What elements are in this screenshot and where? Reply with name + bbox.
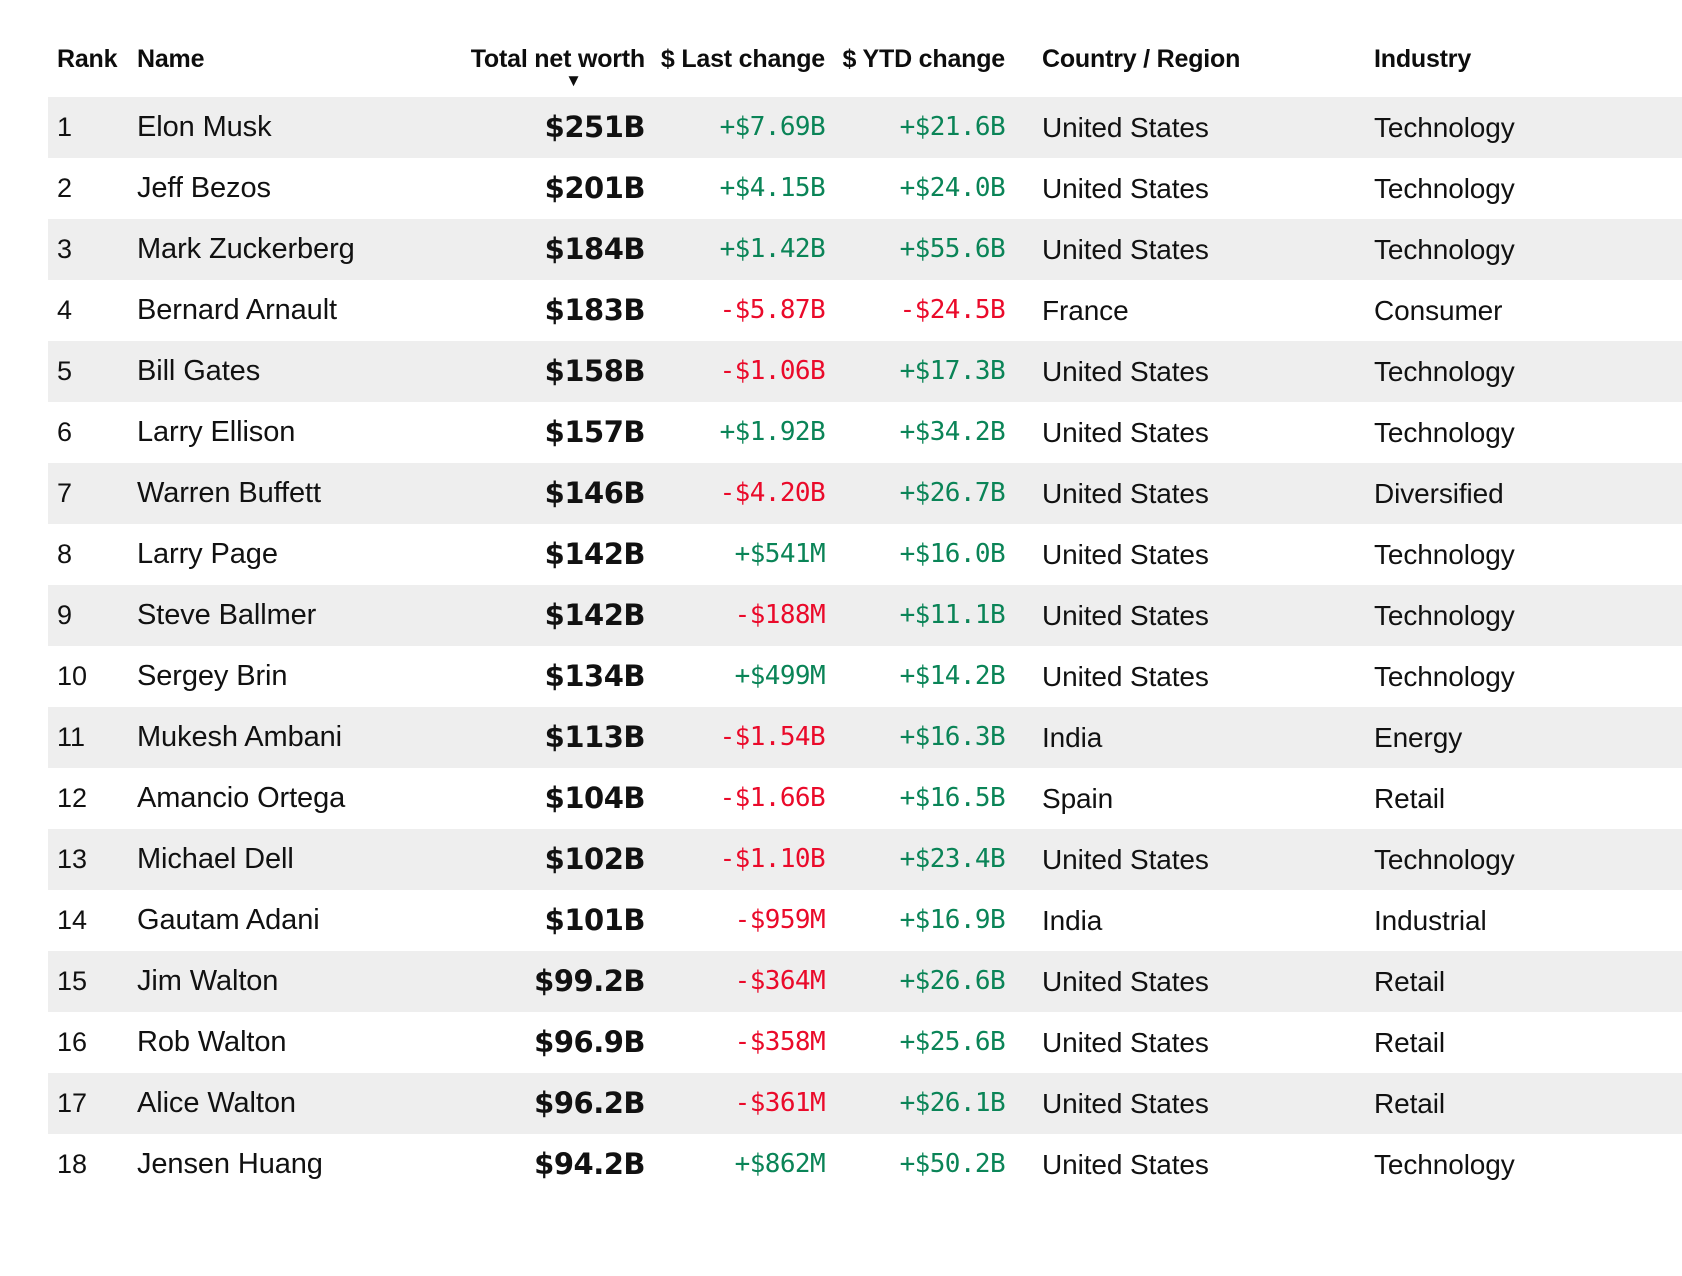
cell-ytd-change: +$16.0B — [0, 524, 1005, 585]
cell-ytd-change: +$55.6B — [0, 219, 1005, 280]
cell-industry: Technology — [1374, 585, 1515, 646]
cell-ytd-change: +$26.7B — [0, 463, 1005, 524]
cell-industry: Technology — [1374, 1134, 1515, 1195]
cell-ytd-change: +$16.9B — [0, 890, 1005, 951]
cell-country-region: United States — [1042, 646, 1209, 707]
cell-industry: Technology — [1374, 341, 1515, 402]
table-row[interactable]: 4Bernard Arnault$183B-$5.87B-$24.5BFranc… — [0, 280, 1682, 341]
table-row[interactable]: 10Sergey Brin$134B+$499M+$14.2BUnited St… — [0, 646, 1682, 707]
table-row[interactable]: 7Warren Buffett$146B-$4.20B+$26.7BUnited… — [0, 463, 1682, 524]
table-row[interactable]: 11Mukesh Ambani$113B-$1.54B+$16.3BIndiaE… — [0, 707, 1682, 768]
cell-industry: Technology — [1374, 524, 1515, 585]
table-row[interactable]: 13Michael Dell$102B-$1.10B+$23.4BUnited … — [0, 829, 1682, 890]
cell-industry: Energy — [1374, 707, 1462, 768]
cell-country-region: United States — [1042, 524, 1209, 585]
cell-ytd-change: +$50.2B — [0, 1134, 1005, 1195]
table-row[interactable]: 1Elon Musk$251B+$7.69B+$21.6BUnited Stat… — [0, 97, 1682, 158]
cell-country-region: France — [1042, 280, 1129, 341]
cell-ytd-change: +$14.2B — [0, 646, 1005, 707]
table-row[interactable]: 16Rob Walton$96.9B-$358M+$25.6BUnited St… — [0, 1012, 1682, 1073]
cell-country-region: India — [1042, 707, 1102, 768]
cell-country-region: United States — [1042, 951, 1209, 1012]
cell-ytd-change: +$26.6B — [0, 951, 1005, 1012]
column-header-country-region[interactable]: Country / Region — [1042, 47, 1240, 72]
cell-ytd-change: +$25.6B — [0, 1012, 1005, 1073]
cell-industry: Technology — [1374, 97, 1515, 158]
cell-country-region: India — [1042, 890, 1102, 951]
cell-industry: Diversified — [1374, 463, 1504, 524]
cell-industry: Technology — [1374, 219, 1515, 280]
table-row[interactable]: 5Bill Gates$158B-$1.06B+$17.3BUnited Sta… — [0, 341, 1682, 402]
column-header-industry[interactable]: Industry — [1374, 47, 1471, 72]
cell-ytd-change: +$34.2B — [0, 402, 1005, 463]
table-row[interactable]: 3Mark Zuckerberg$184B+$1.42B+$55.6BUnite… — [0, 219, 1682, 280]
cell-country-region: United States — [1042, 219, 1209, 280]
cell-ytd-change: +$11.1B — [0, 585, 1005, 646]
cell-country-region: United States — [1042, 1012, 1209, 1073]
table-body: 1Elon Musk$251B+$7.69B+$21.6BUnited Stat… — [0, 97, 1682, 1195]
cell-industry: Technology — [1374, 829, 1515, 890]
table-row[interactable]: 6Larry Ellison$157B+$1.92B+$34.2BUnited … — [0, 402, 1682, 463]
cell-ytd-change: +$17.3B — [0, 341, 1005, 402]
cell-country-region: Spain — [1042, 768, 1113, 829]
cell-ytd-change: +$23.4B — [0, 829, 1005, 890]
table-header-row: Rank Name Total net worth ▼ $ Last chang… — [0, 0, 1682, 97]
cell-industry: Retail — [1374, 951, 1445, 1012]
cell-country-region: United States — [1042, 585, 1209, 646]
cell-industry: Consumer — [1374, 280, 1502, 341]
cell-country-region: United States — [1042, 829, 1209, 890]
cell-country-region: United States — [1042, 341, 1209, 402]
cell-country-region: United States — [1042, 402, 1209, 463]
cell-industry: Retail — [1374, 1073, 1445, 1134]
cell-ytd-change: -$24.5B — [0, 280, 1005, 341]
cell-country-region: United States — [1042, 1073, 1209, 1134]
cell-country-region: United States — [1042, 463, 1209, 524]
cell-industry: Industrial — [1374, 890, 1487, 951]
cell-country-region: United States — [1042, 1134, 1209, 1195]
cell-country-region: United States — [1042, 158, 1209, 219]
table-row[interactable]: 9Steve Ballmer$142B-$188M+$11.1BUnited S… — [0, 585, 1682, 646]
table-row[interactable]: 17Alice Walton$96.2B-$361M+$26.1BUnited … — [0, 1073, 1682, 1134]
table-row[interactable]: 8Larry Page$142B+$541M+$16.0BUnited Stat… — [0, 524, 1682, 585]
cell-ytd-change: +$16.5B — [0, 768, 1005, 829]
cell-industry: Retail — [1374, 768, 1445, 829]
cell-ytd-change: +$24.0B — [0, 158, 1005, 219]
billionaires-index-table: Rank Name Total net worth ▼ $ Last chang… — [0, 0, 1682, 1276]
cell-ytd-change: +$26.1B — [0, 1073, 1005, 1134]
table-row[interactable]: 15Jim Walton$99.2B-$364M+$26.6BUnited St… — [0, 951, 1682, 1012]
table-row[interactable]: 12Amancio Ortega$104B-$1.66B+$16.5BSpain… — [0, 768, 1682, 829]
cell-industry: Technology — [1374, 646, 1515, 707]
cell-ytd-change: +$16.3B — [0, 707, 1005, 768]
table-row[interactable]: 14Gautam Adani$101B-$959M+$16.9BIndiaInd… — [0, 890, 1682, 951]
cell-industry: Retail — [1374, 1012, 1445, 1073]
cell-industry: Technology — [1374, 402, 1515, 463]
table-row[interactable]: 2Jeff Bezos$201B+$4.15B+$24.0BUnited Sta… — [0, 158, 1682, 219]
cell-industry: Technology — [1374, 158, 1515, 219]
table-row[interactable]: 18Jensen Huang$94.2B+$862M+$50.2BUnited … — [0, 1134, 1682, 1195]
sort-descending-arrow-icon[interactable]: ▼ — [0, 72, 645, 89]
column-header-ytd-change[interactable]: $ YTD change — [0, 47, 1005, 72]
cell-ytd-change: +$21.6B — [0, 97, 1005, 158]
cell-country-region: United States — [1042, 97, 1209, 158]
